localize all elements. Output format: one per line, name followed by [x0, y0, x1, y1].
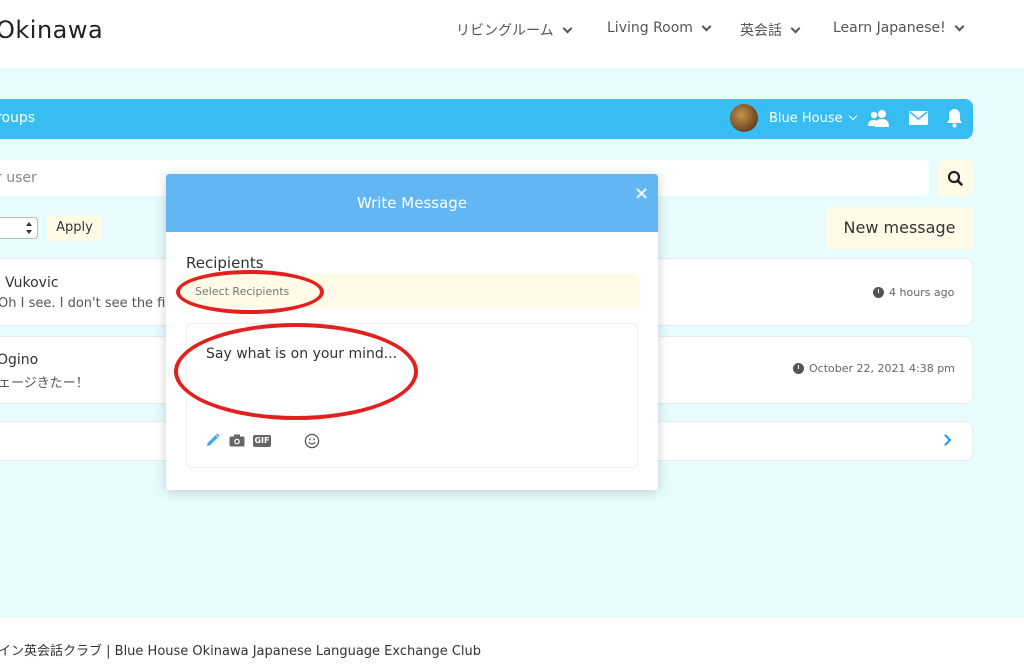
clock-icon — [873, 287, 884, 298]
chevron-down-icon — [701, 21, 712, 31]
time-text: October 22, 2021 4:38 pm — [809, 362, 955, 375]
search-placeholder: r user — [0, 170, 37, 186]
mail-icon[interactable] — [909, 111, 928, 125]
sender-name: Ogino — [0, 352, 39, 368]
annotation-ring-recipients — [176, 270, 324, 314]
message-time: October 22, 2021 4:38 pm — [793, 362, 955, 375]
footer-text: イン英会話クラブ | Blue House Okinawa Japanese L… — [0, 644, 482, 659]
close-icon[interactable]: × — [634, 183, 649, 204]
nav-label: Learn Japanese! — [833, 20, 946, 36]
search-button[interactable] — [938, 160, 973, 196]
chevron-down-icon — [790, 23, 801, 33]
filter-select[interactable] — [0, 217, 38, 239]
camera-icon[interactable] — [229, 434, 245, 447]
site-brand[interactable]: Okinawa — [0, 16, 103, 44]
modal-title: Write Message — [356, 194, 468, 212]
message-time: 4 hours ago — [873, 286, 954, 299]
chevron-down-icon — [562, 23, 573, 33]
avatar[interactable] — [730, 104, 758, 132]
new-message-button[interactable]: New message — [826, 207, 973, 249]
message-preview: ェージきたー！ — [0, 376, 89, 391]
nav-item-eikaiwa[interactable]: 英会話 — [740, 20, 801, 40]
time-text: 4 hours ago — [889, 286, 955, 299]
friends-icon[interactable] — [868, 109, 890, 127]
nav-label: リビングルーム — [456, 23, 554, 39]
chevron-right-icon[interactable] — [944, 434, 952, 446]
nav-item-living-room[interactable]: Living Room — [607, 20, 712, 36]
gif-icon[interactable]: GIF — [253, 435, 271, 447]
user-menu[interactable]: Blue House — [769, 111, 843, 126]
chevron-down-icon — [954, 21, 965, 31]
bell-icon[interactable] — [946, 108, 963, 128]
select-arrows-icon — [26, 222, 32, 234]
sender-name: Vukovic — [5, 275, 59, 291]
pencil-icon[interactable] — [205, 433, 220, 448]
header-title[interactable]: roups — [0, 110, 35, 126]
message-preview: Oh I see. I don't see the file — [0, 296, 177, 311]
nav-item-learn-japanese[interactable]: Learn Japanese! — [833, 20, 965, 36]
emoji-icon[interactable] — [304, 433, 320, 449]
clock-icon — [793, 363, 804, 374]
nav-item-living-room-jp[interactable]: リビングルーム — [456, 20, 573, 40]
search-icon — [947, 170, 963, 186]
annotation-ring-compose — [174, 323, 418, 420]
nav-label: 英会話 — [740, 23, 782, 39]
apply-button[interactable]: Apply — [47, 215, 102, 241]
nav-label: Living Room — [607, 20, 693, 36]
